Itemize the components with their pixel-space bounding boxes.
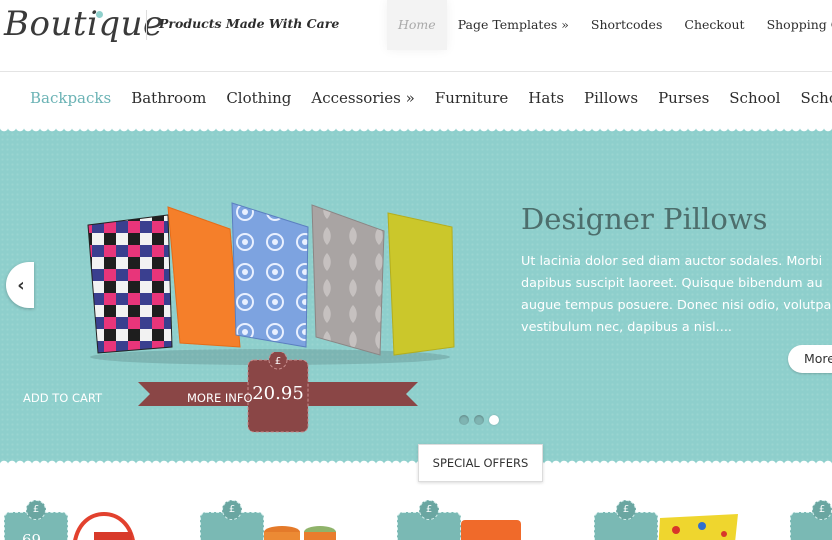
site-header: Boutique Products Made With Care Home Pa…: [0, 0, 832, 72]
price-tag-currency: £: [26, 500, 46, 520]
category-clothing[interactable]: Clothing: [216, 89, 301, 107]
slide-title: Designer Pillows: [521, 202, 768, 236]
category-bathroom[interactable]: Bathroom: [121, 89, 216, 107]
product-card[interactable]: £: [200, 500, 380, 540]
slide-description: Ut lacinia dolor sed diam auctor sodales…: [521, 254, 832, 335]
category-pillows[interactable]: Pillows: [574, 89, 648, 107]
product-image[interactable]: [64, 508, 144, 540]
price-tag-value: 69: [22, 531, 42, 540]
price-tag-currency: £: [812, 500, 832, 520]
topnav-shopping-cart[interactable]: Shopping Cart: [756, 0, 832, 50]
topnav-page-templates[interactable]: Page Templates »: [447, 0, 580, 50]
product-card[interactable]: £: [397, 500, 577, 540]
product-image[interactable]: [260, 522, 340, 540]
site-tagline: Products Made With Care: [159, 16, 340, 31]
category-furniture[interactable]: Furniture: [425, 89, 518, 107]
add-to-cart-button[interactable]: ADD TO CART: [23, 391, 102, 405]
category-backpacks[interactable]: Backpacks: [20, 89, 121, 107]
header-divider: [146, 10, 147, 40]
topnav-checkout[interactable]: Checkout: [673, 0, 755, 50]
product-card[interactable]: £: [790, 500, 832, 540]
slide-price: 20.95: [252, 383, 304, 404]
category-purses[interactable]: Purses: [648, 89, 719, 107]
top-navigation: Home Page Templates » Shortcodes Checkou…: [387, 0, 832, 50]
slider-prev-button[interactable]: ‹: [6, 262, 34, 308]
featured-slider: ‹ ADD TO CART MORE INFO £ 20.95 Designer…: [0, 127, 832, 465]
product-card[interactable]: £: [594, 500, 774, 540]
pillows-product-image[interactable]: [80, 197, 460, 367]
slider-dot-1[interactable]: [459, 415, 469, 425]
price-currency: £: [274, 356, 282, 367]
scallop-edge-top: [0, 127, 832, 135]
price-tag-currency: £: [419, 500, 439, 520]
product-image[interactable]: [654, 512, 744, 540]
logo-flower-icon: [96, 11, 103, 18]
scallop-edge-bottom: [0, 457, 832, 465]
slider-dot-2[interactable]: [474, 415, 484, 425]
category-hats[interactable]: Hats: [518, 89, 574, 107]
slider-dot-3[interactable]: [489, 415, 499, 425]
price-tag-currency: £: [222, 500, 242, 520]
category-school-supplies[interactable]: School Supplies: [790, 89, 832, 107]
category-school[interactable]: School: [719, 89, 790, 107]
price-tag-currency: £: [616, 500, 636, 520]
special-offers-tab[interactable]: SPECIAL OFFERS: [418, 444, 543, 482]
topnav-shortcodes[interactable]: Shortcodes: [580, 0, 673, 50]
slide-more-button[interactable]: More: [788, 345, 832, 373]
product-image[interactable]: [457, 512, 527, 540]
slider-pagination: [459, 415, 499, 425]
more-info-button[interactable]: MORE INFO: [187, 391, 253, 405]
category-accessories[interactable]: Accessories »: [301, 89, 424, 107]
site-logo[interactable]: Boutique: [4, 4, 164, 44]
category-navigation: Backpacks Bathroom Clothing Accessories …: [0, 73, 832, 128]
product-card[interactable]: £ 69: [4, 500, 184, 540]
topnav-home[interactable]: Home: [387, 0, 447, 50]
chevron-left-icon: ‹: [17, 274, 25, 296]
